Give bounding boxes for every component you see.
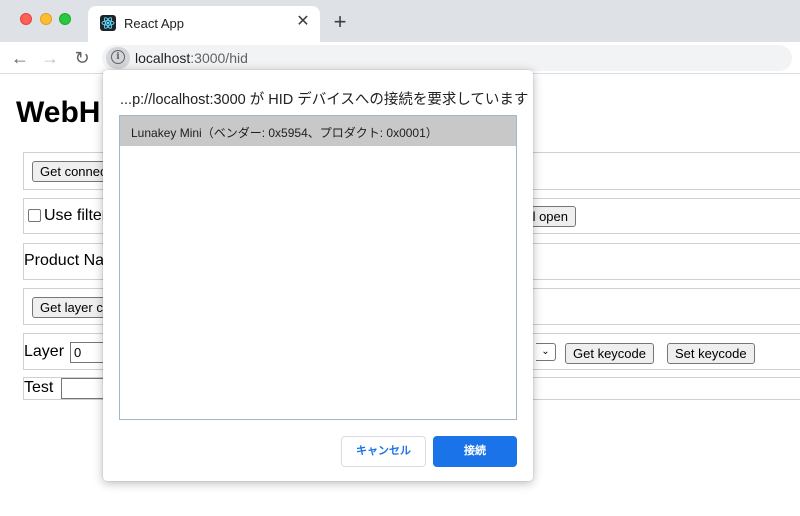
product-name-label: Product Na [24, 252, 105, 269]
close-window-icon[interactable] [20, 13, 32, 25]
device-list-item[interactable]: Lunakey Mini（ベンダー: 0x5954、プロダクト: 0x0001） [120, 116, 516, 146]
reload-icon[interactable]: ↻ [70, 46, 94, 70]
layer-label: Layer [24, 343, 65, 360]
device-label: Lunakey Mini（ベンダー: 0x5954、プロダクト: 0x0001） [131, 126, 438, 140]
use-filter-checkbox[interactable] [28, 209, 41, 222]
hid-device-chooser-dialog: ...p://localhost:3000 が HID デバイスへの接続を要求し… [103, 70, 533, 481]
dialog-title: ...p://localhost:3000 が HID デバイスへの接続を要求し… [120, 92, 529, 108]
get-keycode-button[interactable]: Get keycode [565, 343, 654, 364]
info-icon: i [111, 50, 125, 64]
forward-arrow-icon[interactable]: → [38, 46, 62, 70]
page-title: WebH [16, 96, 101, 129]
use-filter-label: Use filter [44, 207, 108, 224]
cancel-button[interactable]: キャンセル [341, 436, 426, 467]
url-host: localhost [135, 50, 191, 66]
minimize-window-icon[interactable] [40, 13, 52, 25]
test-label: Test [24, 379, 54, 396]
url-text[interactable]: localhost:3000/hid [135, 50, 248, 66]
back-arrow-icon[interactable]: ← [8, 46, 32, 70]
tab-close-icon[interactable]: ✕ [294, 13, 312, 31]
get-layer-count-button[interactable]: Get layer co [32, 297, 112, 318]
browser-titlebar: React App ✕ + [0, 0, 800, 42]
set-keycode-button[interactable]: Set keycode [667, 343, 755, 364]
get-connected-button[interactable]: Get connec [32, 161, 112, 182]
keycode-select-arrow-icon[interactable]: ⌄ [536, 343, 556, 361]
site-info-button[interactable]: i [106, 47, 130, 69]
device-list[interactable]: Lunakey Mini（ベンダー: 0x5954、プロダクト: 0x0001） [119, 115, 517, 420]
connect-button[interactable]: 接続 [433, 436, 517, 467]
url-path: :3000/hid [190, 50, 248, 66]
browser-tab[interactable]: React App ✕ [88, 6, 320, 42]
tab-title: React App [124, 16, 184, 31]
react-logo-icon [100, 15, 116, 31]
new-tab-icon[interactable]: + [330, 11, 350, 33]
address-bar[interactable]: i localhost:3000/hid [102, 45, 792, 71]
maximize-window-icon[interactable] [59, 13, 71, 25]
